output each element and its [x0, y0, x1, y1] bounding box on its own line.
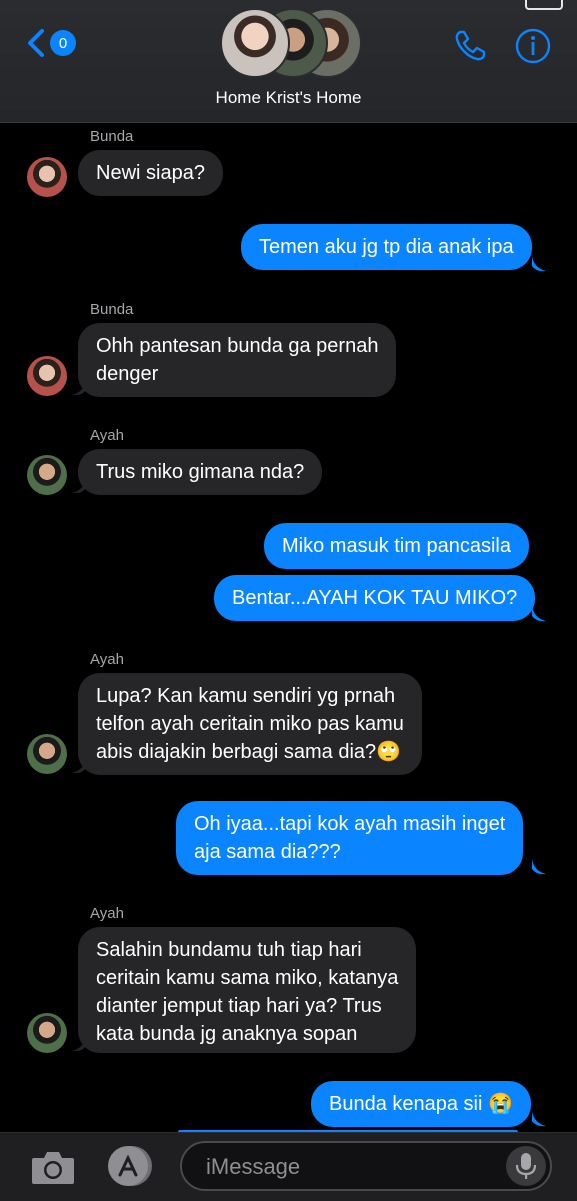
group-avatar: [220, 8, 290, 78]
back-chevron-icon: [28, 29, 44, 57]
avatar: [27, 356, 67, 396]
outgoing-message[interactable]: Temen aku jg tp dia anak ipa: [241, 224, 532, 270]
battery-icon: [525, 0, 563, 10]
incoming-message[interactable]: Trus miko gimana nda?: [78, 449, 323, 495]
conversation-header: 0 Home Krist's Home: [0, 0, 577, 123]
bubble-tail: [532, 256, 546, 272]
incoming-message[interactable]: Ohh pantesan bunda ga pernah denger: [78, 323, 397, 397]
outgoing-message[interactable]: Bentar...AYAH KOK TAU MIKO?: [214, 575, 536, 621]
group-avatars[interactable]: [220, 8, 362, 78]
sender-name: Ayah: [90, 427, 124, 444]
sender-name: Ayah: [90, 905, 124, 922]
avatar: [27, 1013, 67, 1053]
unread-badge: 0: [50, 30, 76, 56]
bubble-tail: [72, 758, 86, 774]
outgoing-message[interactable]: Miko masuk tim pancasila: [264, 523, 529, 569]
sender-name: Bunda: [90, 128, 134, 145]
avatar: [27, 157, 67, 197]
incoming-message[interactable]: Salahin bundamu tuh tiap hari ceritain k…: [78, 927, 417, 1053]
microphone-icon: [515, 1153, 537, 1179]
avatar: [27, 455, 67, 495]
outgoing-message[interactable]: Oh iyaa...tapi kok ayah masih inget aja …: [176, 801, 524, 875]
incoming-message[interactable]: Newi siapa?: [78, 150, 223, 196]
bubble-tail: [532, 606, 546, 622]
app-store-icon[interactable]: [104, 1144, 156, 1188]
sender-name: Ayah: [90, 651, 124, 668]
message-input[interactable]: [204, 1143, 488, 1191]
bubble-tail: [532, 859, 546, 875]
avatar: [27, 734, 67, 774]
status-bar: [0, 0, 577, 10]
sender-name: Bunda: [90, 301, 134, 318]
phone-icon[interactable]: [452, 28, 488, 64]
incoming-message[interactable]: Lupa? Kan kamu sendiri yg prnah telfon a…: [78, 673, 422, 775]
info-icon[interactable]: [515, 28, 551, 64]
bubble-tail: [72, 1036, 86, 1052]
bubble-tail: [72, 380, 86, 396]
camera-icon[interactable]: [30, 1148, 76, 1186]
message-input-wrapper[interactable]: [180, 1141, 552, 1191]
bubble-tail: [532, 1111, 546, 1127]
group-name[interactable]: Home Krist's Home: [0, 88, 577, 108]
outgoing-message[interactable]: Bunda kenapa sii 😭: [311, 1081, 531, 1127]
microphone-button[interactable]: [506, 1146, 546, 1186]
bubble-tail: [72, 478, 86, 494]
back-button[interactable]: 0: [20, 26, 76, 60]
